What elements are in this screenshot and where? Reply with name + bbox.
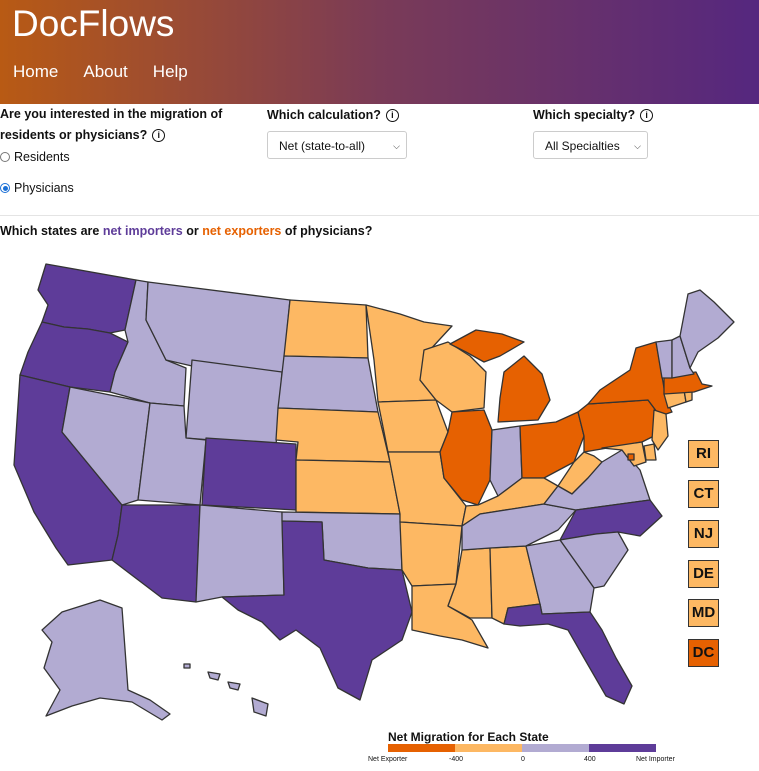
calculation-select-value: Net (state-to-all) [279, 139, 366, 153]
legend-tick: -400 [449, 756, 464, 763]
us-choropleth-map [13, 263, 735, 721]
info-icon[interactable]: i [152, 129, 166, 142]
legend-swatch-importer [522, 744, 589, 752]
app-header: DocFlows Home About Help [0, 0, 759, 104]
section-divider [0, 215, 759, 216]
physicians-radio[interactable] [0, 183, 10, 193]
residents-label[interactable]: Residents [14, 150, 70, 164]
small-state-box-nj[interactable]: NJ [688, 520, 719, 548]
small-state-label: MD [691, 604, 716, 621]
info-icon[interactable]: i [640, 109, 654, 122]
net-importers-label: net importers [102, 224, 183, 238]
small-state-label: RI [696, 445, 711, 462]
info-icon[interactable]: i [385, 109, 399, 122]
state-wy[interactable] [185, 359, 283, 446]
state-de[interactable] [643, 443, 657, 461]
map-question: Which states are net importers or net ex… [0, 224, 372, 238]
state-ar[interactable] [399, 521, 463, 587]
state-me[interactable] [679, 289, 735, 369]
small-state-box-de[interactable]: DE [688, 560, 719, 588]
calculation-select[interactable]: Net (state-to-all) ⌵ [267, 131, 407, 159]
legend-swatch-strong-exporter [388, 744, 455, 752]
main-nav: Home About Help [13, 62, 188, 82]
chevron-down-icon: ⌵ [393, 141, 400, 151]
small-state-box-ct[interactable]: CT [688, 480, 719, 508]
residents-radio[interactable] [0, 152, 10, 162]
app-title: DocFlows [12, 3, 175, 44]
small-state-label: CT [693, 485, 714, 502]
state-sd[interactable] [277, 355, 379, 413]
population-question: Are you interested in the migration of r… [0, 104, 222, 146]
specialty-select[interactable]: All Specialties ⌵ [533, 131, 648, 159]
net-exporters-label: net exporters [202, 224, 282, 238]
small-state-box-dc[interactable]: DC [688, 639, 719, 667]
small-state-label: NJ [693, 525, 714, 542]
chevron-down-icon: ⌵ [634, 141, 641, 151]
state-nm[interactable] [195, 504, 285, 603]
state-co[interactable] [201, 437, 297, 511]
specialty-select-value: All Specialties [545, 139, 620, 153]
legend-tick: Net Exporter [368, 756, 408, 763]
population-question-line1: Are you interested in the migration of [0, 107, 223, 121]
state-ak[interactable] [41, 599, 171, 721]
state-wa[interactable] [37, 263, 137, 334]
state-ks[interactable] [295, 459, 401, 515]
population-question-line2: residents or physicians? [0, 128, 148, 142]
map-question-pre: Which states are [0, 224, 100, 238]
state-hi[interactable] [183, 663, 269, 717]
nav-help-link[interactable]: Help [153, 62, 188, 82]
physicians-label[interactable]: Physicians [14, 181, 74, 195]
small-state-box-ri[interactable]: RI [688, 440, 719, 468]
legend-tick: 0 [521, 756, 525, 763]
map-question-mid: or [186, 224, 199, 238]
specialty-question-label: Which specialty? [533, 108, 636, 122]
legend-tick: 400 [584, 756, 596, 763]
state-fl[interactable] [503, 603, 633, 705]
legend-color-bar [388, 744, 656, 752]
legend-title: Net Migration for Each State [388, 730, 549, 744]
nav-about-link[interactable]: About [83, 62, 127, 82]
map-question-post: of physicians? [284, 224, 373, 238]
legend-swatch-exporter [455, 744, 522, 752]
physicians-radio-option[interactable]: Physicians [0, 181, 74, 195]
residents-radio-option[interactable]: Residents [0, 150, 70, 164]
state-az[interactable] [111, 504, 201, 603]
legend-swatch-strong-importer [589, 744, 656, 752]
state-pa[interactable] [577, 399, 661, 453]
small-state-label: DC [692, 644, 715, 661]
small-state-label: DE [693, 565, 714, 582]
small-state-box-md[interactable]: MD [688, 599, 719, 627]
state-ia[interactable] [377, 399, 449, 453]
calculation-question: Which calculation? i [267, 105, 399, 126]
legend-tick: Net Importer [636, 756, 675, 763]
calculation-question-label: Which calculation? [267, 108, 381, 122]
specialty-question: Which specialty? i [533, 105, 654, 126]
state-nd[interactable] [283, 299, 369, 359]
state-dc[interactable] [627, 453, 635, 461]
nav-home-link[interactable]: Home [13, 62, 58, 82]
